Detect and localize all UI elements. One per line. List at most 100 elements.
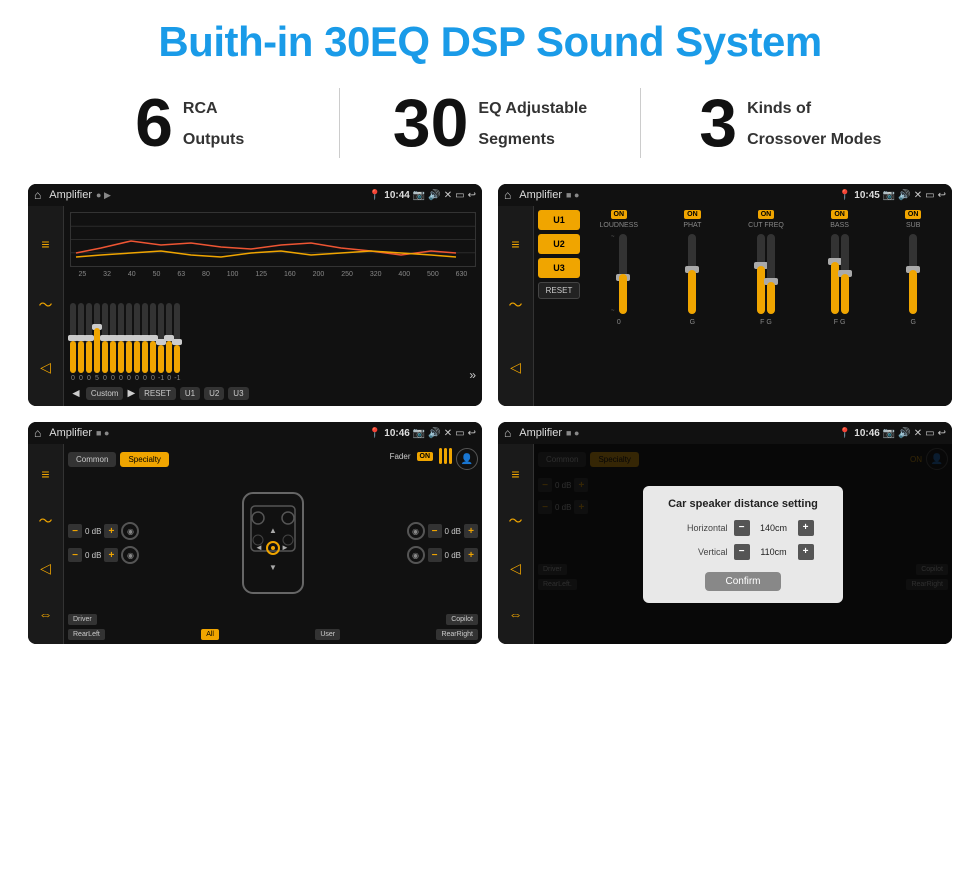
loudness-tick-labels: ~~: [611, 234, 615, 314]
phat-ticks: G: [690, 319, 695, 326]
wave-icon-1[interactable]: 〜: [39, 295, 53, 315]
cutfreq-slider-f[interactable]: [757, 234, 765, 314]
slider-track-12[interactable]: [158, 303, 164, 373]
user-icon-3[interactable]: 👤: [456, 448, 478, 470]
cutfreq-slider-g[interactable]: [767, 234, 775, 314]
bass-slider-g[interactable]: [841, 234, 849, 314]
screen4-panel: Common Specialty ON 👤 − 0 dB +: [534, 444, 952, 644]
slider-track-14[interactable]: [174, 303, 180, 373]
freq-63: 63: [177, 271, 185, 278]
left-ch2-minus[interactable]: −: [68, 548, 82, 562]
eq-val-8: 0: [127, 375, 131, 382]
fader-slider-2[interactable]: [444, 448, 447, 464]
copilot-btn-3[interactable]: Copilot: [446, 614, 478, 625]
slider-track-3[interactable]: [86, 303, 92, 373]
home-icon-4[interactable]: ⌂: [504, 426, 511, 440]
wave-icon-4[interactable]: 〜: [509, 511, 523, 531]
eq-icon-3[interactable]: ≡: [41, 466, 49, 482]
right-ch2-plus[interactable]: +: [464, 548, 478, 562]
wave-icon-3[interactable]: 〜: [39, 511, 53, 531]
user-btn-3[interactable]: User: [315, 629, 340, 640]
amp-u1-btn[interactable]: U1: [538, 210, 580, 230]
screen-crossover: ⌂ Amplifier ■ ● 📍 10:46 📷 🔊 ✕ ▭ ↩ ≡ 〜 ◁ …: [28, 422, 482, 644]
driver-btn-3[interactable]: Driver: [68, 614, 97, 625]
stat-eq-number: 30: [393, 89, 469, 157]
fader-slider-3[interactable]: [449, 448, 452, 464]
eq-val-14: -1: [174, 375, 180, 382]
wave-icon-2[interactable]: 〜: [509, 295, 523, 315]
phat-on-badge[interactable]: ON: [684, 210, 701, 219]
left-ch1-plus[interactable]: +: [104, 524, 118, 538]
specialty-tab[interactable]: Specialty: [120, 452, 168, 467]
eq-val-12: -1: [158, 375, 164, 382]
u1-button-1[interactable]: U1: [180, 387, 200, 400]
left-channels: − 0 dB + ◉ − 0 dB + ◉: [68, 476, 139, 610]
volume-sidebar-icon-4[interactable]: ◁: [510, 560, 521, 577]
rearleft-btn-3[interactable]: RearLeft: [68, 629, 105, 640]
u2-button-1[interactable]: U2: [204, 387, 224, 400]
loudness-slider[interactable]: [619, 234, 627, 314]
back-icon-1[interactable]: ↩: [468, 190, 476, 201]
left-arrow-icon[interactable]: ◄: [70, 386, 82, 400]
eq-sliders: 0 0 0 5 0: [70, 282, 476, 382]
arrows-icon-4[interactable]: ⇔: [509, 606, 523, 622]
slider-track-11[interactable]: [150, 303, 156, 373]
play-icon[interactable]: ▶: [127, 388, 135, 399]
back-icon-3[interactable]: ↩: [468, 428, 476, 439]
vertical-plus-btn[interactable]: +: [798, 544, 814, 560]
horizontal-plus-btn[interactable]: +: [798, 520, 814, 536]
horizontal-row: Horizontal − 140cm +: [659, 520, 827, 536]
eq-val-2: 0: [79, 375, 83, 382]
vertical-minus-btn[interactable]: −: [734, 544, 750, 560]
location-icon-1: 📍: [369, 190, 381, 201]
reset-button-1[interactable]: RESET: [139, 387, 176, 400]
freq-40: 40: [128, 271, 136, 278]
arrows-icon-3[interactable]: ⇔: [39, 606, 53, 622]
phat-slider[interactable]: [688, 234, 696, 314]
left-ch1-minus[interactable]: −: [68, 524, 82, 538]
screen2-body: ≡ 〜 ◁ U1 U2 U3 RESET ON LOUDNESS: [498, 206, 952, 406]
home-icon-2[interactable]: ⌂: [504, 188, 511, 202]
eq-val-10: 0: [143, 375, 147, 382]
sub-on-badge[interactable]: ON: [905, 210, 922, 219]
rearright-btn-3[interactable]: RearRight: [436, 629, 478, 640]
fader-on-badge[interactable]: ON: [417, 452, 434, 461]
bass-on-badge[interactable]: ON: [831, 210, 848, 219]
amp-u3-btn[interactable]: U3: [538, 258, 580, 278]
confirm-button[interactable]: Confirm: [705, 572, 780, 591]
eq-icon-4[interactable]: ≡: [511, 466, 519, 482]
cutfreq-on-badge[interactable]: ON: [758, 210, 775, 219]
loudness-on-badge[interactable]: ON: [611, 210, 628, 219]
sub-slider[interactable]: [909, 234, 917, 314]
u3-button-1[interactable]: U3: [228, 387, 248, 400]
home-icon-3[interactable]: ⌂: [34, 426, 41, 440]
fader-slider-1[interactable]: [439, 448, 442, 464]
all-btn-3[interactable]: All: [201, 629, 219, 640]
amp-reset-btn[interactable]: RESET: [538, 282, 580, 299]
home-icon-1[interactable]: ⌂: [34, 188, 41, 202]
horizontal-minus-btn[interactable]: −: [734, 520, 750, 536]
custom-button[interactable]: Custom: [86, 387, 124, 400]
right-ch1-minus[interactable]: −: [428, 524, 442, 538]
back-icon-2[interactable]: ↩: [938, 190, 946, 201]
screens-grid: ⌂ Amplifier ● ▶ 📍 10:44 📷 🔊 ✕ ▭ ↩ ≡ 〜 ◁: [0, 176, 980, 664]
volume-sidebar-icon-1[interactable]: ◁: [40, 359, 51, 376]
eq-slider-7: 0: [118, 303, 124, 382]
slider-track-13[interactable]: [166, 303, 172, 373]
volume-sidebar-icon-2[interactable]: ◁: [510, 359, 521, 376]
bass-vals: F G: [834, 319, 846, 326]
eq-icon-1[interactable]: ≡: [41, 236, 49, 252]
status-dot-1: ● ▶: [96, 190, 111, 201]
right-ch2-minus[interactable]: −: [428, 548, 442, 562]
right-ch1-plus[interactable]: +: [464, 524, 478, 538]
volume-sidebar-icon-3[interactable]: ◁: [40, 560, 51, 577]
left-ch-1: − 0 dB + ◉: [68, 522, 139, 540]
back-icon-4[interactable]: ↩: [938, 428, 946, 439]
camera-icon-3: 📷: [413, 428, 425, 439]
amp-u2-btn[interactable]: U2: [538, 234, 580, 254]
eq-icon-2[interactable]: ≡: [511, 236, 519, 252]
left-ch2-plus[interactable]: +: [104, 548, 118, 562]
common-tab[interactable]: Common: [68, 452, 116, 467]
right-arrow-icon[interactable]: »: [469, 368, 476, 382]
car-diagram-svg: ▲ ▼ ◄ ►: [233, 488, 313, 598]
